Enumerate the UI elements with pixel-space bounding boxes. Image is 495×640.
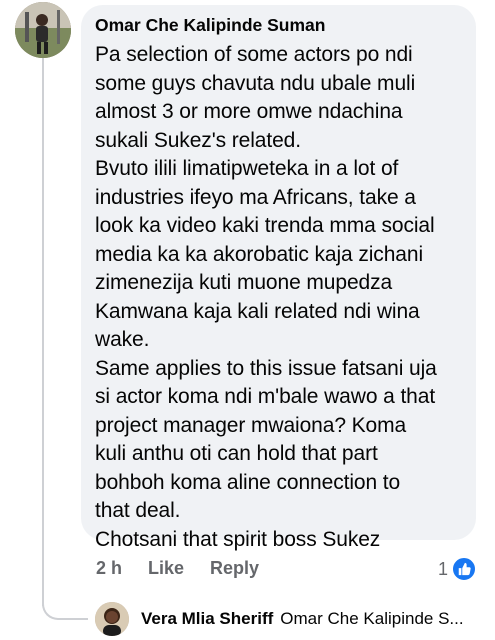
comment-bubble: Omar Che Kalipinde Suman Pa selection of…	[81, 5, 476, 551]
comment-line: sukali Sukez's related.	[95, 128, 301, 152]
comment-line: Same applies to this issue fatsani uja	[95, 356, 437, 380]
comment-line: Kamwana kaja kali related ndi wina	[95, 299, 420, 323]
comment-thread: Omar Che Kalipinde Suman Pa selection of…	[0, 0, 495, 640]
comment-line: si actor koma ndi m'bale wawo a that	[95, 385, 436, 408]
comment-author-name[interactable]: Omar Che Kalipinde Suman	[95, 13, 466, 37]
reaction-summary[interactable]: 1	[438, 556, 477, 582]
comment-line: that deal.	[95, 499, 181, 522]
comment-line: bohboh koma aline connection to	[95, 470, 401, 494]
reply-snippet: Omar Che Kalipinde S...	[280, 609, 464, 628]
comment-line: kuli anthu oti can hold that part	[95, 442, 378, 465]
profile-photo-icon	[95, 602, 129, 636]
comment-actions: 2 h Like Reply	[96, 558, 259, 579]
avatar[interactable]	[15, 2, 71, 58]
comment-line: zimenezija kuti muone mupedza	[95, 271, 393, 294]
comment-line: media ka ka akorobatic kaja zichani	[95, 242, 424, 266]
comment-line: Bvuto ilili limatipweteka in a lot of	[95, 157, 399, 180]
reaction-count: 1	[437, 558, 448, 579]
reply-button[interactable]: Reply	[210, 558, 259, 579]
comment-line: almost 3 or more omwe ndachina	[95, 100, 403, 123]
reply-preview[interactable]: Vera Mlia Sheriff Omar Che Kalipinde S..…	[95, 602, 464, 636]
comment-timestamp[interactable]: 2 h	[96, 558, 122, 579]
thumbs-up-icon	[451, 556, 477, 582]
reply-author-name[interactable]: Vera Mlia Sheriff	[141, 609, 273, 629]
thread-connector-elbow	[42, 590, 88, 620]
comment-body: Pa selection of some actors po ndi some …	[95, 41, 466, 554]
comment-line: Chotsani that spirit boss Sukez	[95, 527, 381, 551]
comment-line: some guys chavuta ndu ubale muli	[95, 71, 416, 95]
comment-line: Pa selection of some actors po ndi	[95, 43, 413, 66]
comment-line: look ka video kaki trenda mma social	[95, 214, 435, 237]
thread-connector-line	[42, 58, 44, 606]
comment-line: project manager mwaiona? Koma	[95, 413, 407, 437]
comment-line: industries ifeyo ma Africans, take a	[95, 185, 416, 209]
like-button[interactable]: Like	[148, 558, 184, 579]
comment-line: wake.	[95, 328, 150, 351]
profile-photo-icon	[15, 2, 71, 58]
avatar[interactable]	[95, 602, 129, 636]
